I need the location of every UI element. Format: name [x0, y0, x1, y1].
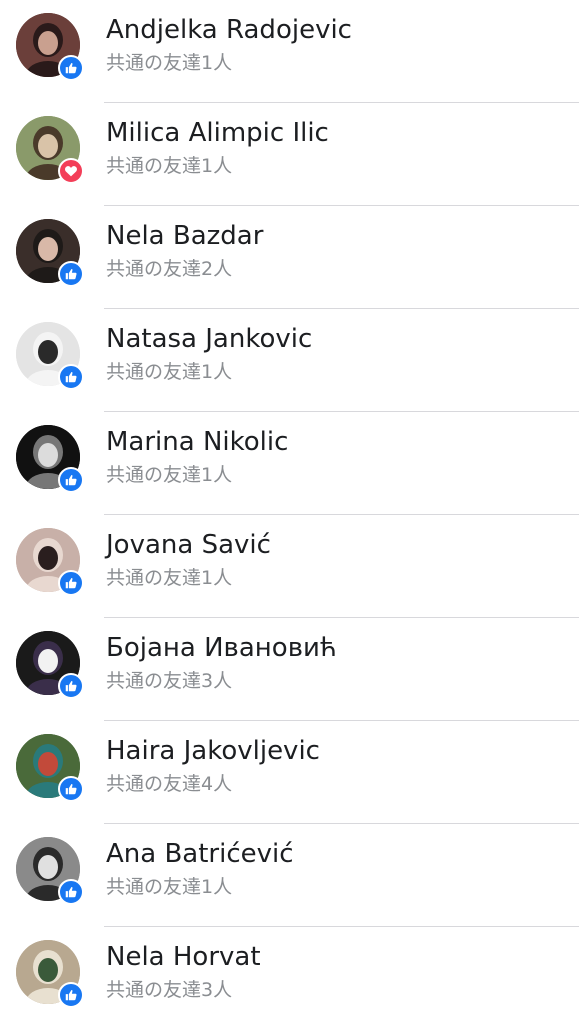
- list-item[interactable]: Natasa Jankovic 共通の友達1人: [0, 309, 579, 412]
- list-item[interactable]: Nela Bazdar 共通の友達2人: [0, 206, 579, 309]
- like-reaction-icon: [58, 364, 84, 390]
- avatar[interactable]: [16, 116, 84, 184]
- like-reaction-icon: [58, 570, 84, 596]
- list-item[interactable]: Marina Nikolic 共通の友達1人: [0, 412, 579, 515]
- avatar[interactable]: [16, 322, 84, 390]
- reactor-name[interactable]: Ana Batrićević: [106, 837, 294, 871]
- list-item[interactable]: Andjelka Radojevic 共通の友達1人: [0, 0, 579, 103]
- like-reaction-icon: [58, 776, 84, 802]
- avatar[interactable]: [16, 940, 84, 1008]
- reactor-name[interactable]: Andjelka Radojevic: [106, 13, 352, 47]
- mutual-friends-count: 共通の友達4人: [106, 773, 233, 795]
- reactor-name[interactable]: Natasa Jankovic: [106, 322, 312, 356]
- avatar[interactable]: [16, 13, 84, 81]
- mutual-friends-count: 共通の友達1人: [106, 567, 233, 589]
- like-reaction-icon: [58, 467, 84, 493]
- mutual-friends-count: 共通の友達1人: [106, 361, 233, 383]
- mutual-friends-count: 共通の友達2人: [106, 258, 233, 280]
- like-reaction-icon: [58, 879, 84, 905]
- avatar[interactable]: [16, 219, 84, 287]
- mutual-friends-count: 共通の友達1人: [106, 155, 233, 177]
- like-reaction-icon: [58, 982, 84, 1008]
- mutual-friends-count: 共通の友達3人: [106, 670, 233, 692]
- reactor-name[interactable]: Milica Alimpic Ilic: [106, 116, 329, 150]
- like-reaction-icon: [58, 673, 84, 699]
- reactor-name[interactable]: Jovana Savić: [106, 528, 271, 562]
- reactor-name[interactable]: Haira Jakovljevic: [106, 734, 320, 768]
- list-item[interactable]: Milica Alimpic Ilic 共通の友達1人: [0, 103, 579, 206]
- avatar[interactable]: [16, 734, 84, 802]
- avatar[interactable]: [16, 425, 84, 493]
- love-reaction-icon: [58, 158, 84, 184]
- avatar[interactable]: [16, 528, 84, 596]
- reactor-name[interactable]: Nela Horvat: [106, 940, 261, 974]
- list-item[interactable]: Бојана Ивановић 共通の友達3人: [0, 618, 579, 721]
- like-reaction-icon: [58, 55, 84, 81]
- list-item[interactable]: Nela Horvat 共通の友達3人: [0, 927, 579, 1030]
- mutual-friends-count: 共通の友達1人: [106, 876, 233, 898]
- like-reaction-icon: [58, 261, 84, 287]
- reactor-name[interactable]: Nela Bazdar: [106, 219, 263, 253]
- reactor-name[interactable]: Marina Nikolic: [106, 425, 288, 459]
- mutual-friends-count: 共通の友達1人: [106, 464, 233, 486]
- list-item[interactable]: Ana Batrićević 共通の友達1人: [0, 824, 579, 927]
- mutual-friends-count: 共通の友達3人: [106, 979, 233, 1001]
- mutual-friends-count: 共通の友達1人: [106, 52, 233, 74]
- list-item[interactable]: Haira Jakovljevic 共通の友達4人: [0, 721, 579, 824]
- avatar[interactable]: [16, 837, 84, 905]
- reactor-name[interactable]: Бојана Ивановић: [106, 631, 337, 665]
- avatar[interactable]: [16, 631, 84, 699]
- list-item[interactable]: Jovana Savić 共通の友達1人: [0, 515, 579, 618]
